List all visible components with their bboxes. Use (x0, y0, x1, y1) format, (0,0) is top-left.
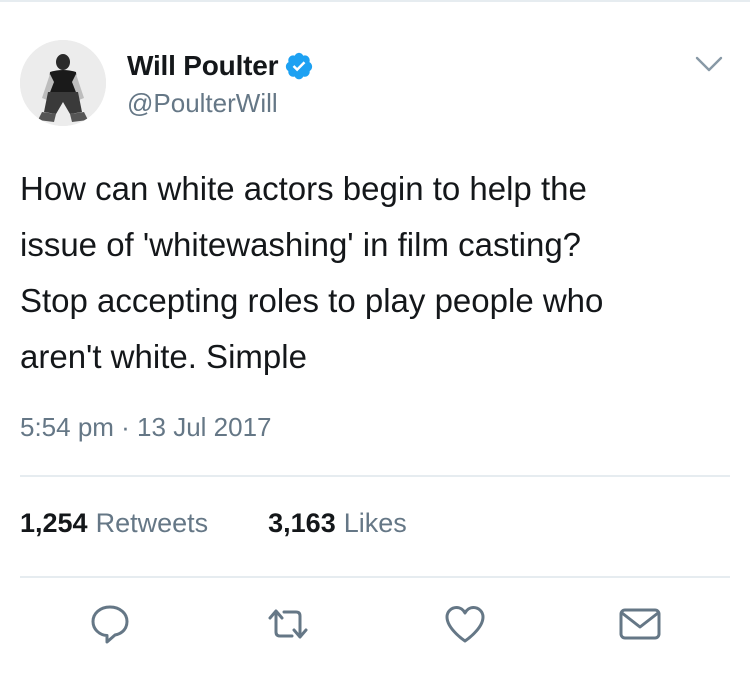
action-bar (0, 600, 750, 652)
direct-message-button[interactable] (614, 600, 666, 652)
chevron-down-icon[interactable] (694, 54, 724, 74)
top-divider (0, 0, 750, 2)
reply-icon (86, 600, 134, 653)
tweet-stats: 1,254 Retweets 3,163 Likes (20, 508, 467, 539)
retweets-stat[interactable]: 1,254 Retweets (20, 508, 208, 539)
likes-label: Likes (343, 508, 407, 538)
author-handle[interactable]: @PoulterWill (127, 88, 278, 119)
retweets-count: 1,254 (20, 508, 88, 538)
heart-icon (441, 600, 489, 653)
author-display-name[interactable]: Will Poulter (127, 50, 279, 82)
divider (20, 576, 730, 578)
tweet-card: Will Poulter @PoulterWill How can white … (0, 0, 750, 681)
tweet-text: How can white actors begin to help the i… (20, 170, 604, 375)
tweet-timestamp[interactable]: 5:54 pm · 13 Jul 2017 (20, 412, 272, 443)
reply-button[interactable] (84, 600, 136, 652)
envelope-icon (615, 600, 665, 653)
avatar[interactable] (20, 40, 106, 126)
retweets-label: Retweets (95, 508, 209, 538)
retweet-icon (262, 600, 314, 653)
verified-badge-icon (284, 51, 314, 81)
divider (20, 475, 730, 477)
author-name-row[interactable]: Will Poulter (127, 48, 314, 84)
likes-count: 3,163 (268, 508, 336, 538)
likes-stat[interactable]: 3,163 Likes (268, 508, 407, 539)
like-button[interactable] (439, 600, 491, 652)
retweet-button[interactable] (262, 600, 314, 652)
